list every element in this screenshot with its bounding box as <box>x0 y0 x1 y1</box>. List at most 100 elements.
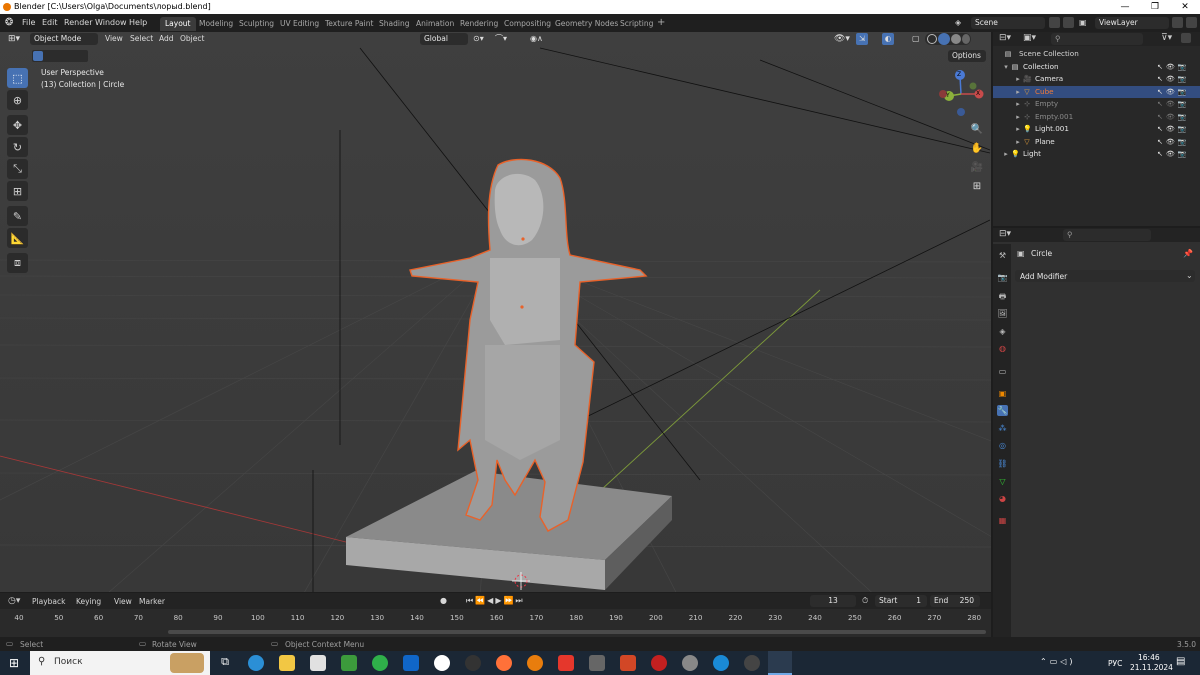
constraints-tab-icon[interactable]: ⛓ <box>997 458 1008 469</box>
start-frame-field[interactable]: Start 1 <box>875 595 927 607</box>
tool-tab-icon[interactable]: ⚒ <box>997 250 1008 261</box>
clock-date[interactable]: 21.11.2024 <box>1130 663 1173 672</box>
close-button[interactable]: ✕ <box>1170 0 1200 14</box>
new-view-layer-icon[interactable] <box>1172 17 1183 28</box>
powerpoint-icon[interactable] <box>620 655 636 671</box>
firefox-icon[interactable] <box>496 655 512 671</box>
scene-tab-icon[interactable]: ◈ <box>997 326 1008 337</box>
material-tab-icon[interactable]: ◕ <box>997 493 1008 504</box>
delete-view-layer-icon[interactable] <box>1186 17 1197 28</box>
texture-tab-icon[interactable]: ▦ <box>997 515 1008 526</box>
steam-icon[interactable] <box>744 655 760 671</box>
new-collection-icon[interactable] <box>1181 33 1191 43</box>
visibility-toggles-icon[interactable]: ↖👁📷 <box>1157 123 1189 136</box>
edge-browser-icon[interactable] <box>248 655 264 671</box>
outliner-row[interactable]: ▸ ▽ Plane ↖👁📷 <box>993 136 1200 149</box>
outliner-row[interactable]: ▸ ▽ Cube ↖👁📷 <box>993 85 1200 99</box>
viewport-menu-object[interactable]: Object <box>180 33 204 45</box>
timeline-scrollbar[interactable] <box>168 630 986 634</box>
wireframe-shading-icon[interactable] <box>927 34 937 44</box>
blender-menu-icon[interactable]: ❂ <box>5 17 13 28</box>
world-tab-icon[interactable]: ◍ <box>997 343 1008 354</box>
task-view-icon[interactable]: ⧉ <box>217 655 233 671</box>
outliner-search-input[interactable]: ⚲ <box>1051 33 1143 45</box>
tab-shading[interactable]: Shading <box>374 17 414 31</box>
current-frame-field[interactable]: 13 <box>810 595 856 607</box>
shading-mode-group[interactable] <box>925 33 971 45</box>
add-cube-tool[interactable]: ⧈ <box>7 253 28 273</box>
bug-app-icon[interactable] <box>651 655 667 671</box>
blender-active-task[interactable] <box>768 651 792 675</box>
view-layer-tab-icon[interactable]: 🖼 <box>997 308 1008 319</box>
output-tab-icon[interactable]: 🖶 <box>997 291 1008 302</box>
clock-time[interactable]: 16:46 <box>1138 653 1160 662</box>
blender-taskbar-icon[interactable] <box>527 655 543 671</box>
gizmo-toggle-icon[interactable]: ⇲ <box>856 33 868 45</box>
expand-arrow-icon[interactable]: ▾ <box>1002 63 1010 71</box>
move-tool[interactable]: ✥ <box>7 115 28 135</box>
tab-sculpting[interactable]: Sculpting <box>234 17 279 31</box>
visibility-toggles-icon[interactable]: ↖👁📷 <box>1157 148 1189 161</box>
particles-tab-icon[interactable]: ⁂ <box>997 423 1008 434</box>
render-tab-icon[interactable]: 📷 <box>997 272 1008 283</box>
solid-shading-icon[interactable] <box>938 33 950 45</box>
outliner-scene-collection[interactable]: ▤ Scene Collection <box>993 48 1200 61</box>
menu-file[interactable]: File <box>22 18 35 27</box>
tab-animation[interactable]: Animation <box>411 17 459 31</box>
view-layer-icon[interactable]: ▣ <box>1079 18 1087 27</box>
playback-controls[interactable]: ⏮⏪◀▶⏩⏭ <box>466 596 525 606</box>
menu-render[interactable]: Render <box>64 18 92 27</box>
transform-orientation-selector[interactable]: Global <box>420 33 468 45</box>
pan-hand-icon[interactable]: ✋ <box>968 139 986 157</box>
expand-arrow-icon[interactable]: ▸ <box>1002 150 1010 158</box>
visibility-toggles-icon[interactable]: ↖👁📷 <box>1157 136 1189 149</box>
notification-icon[interactable]: ▤ <box>1176 656 1185 667</box>
proportional-edit-icon[interactable]: ◉∧ <box>530 33 543 45</box>
globe-app-icon[interactable] <box>682 655 698 671</box>
snap-icon[interactable]: ⌒▾ <box>495 33 507 45</box>
physics-tab-icon[interactable]: ◎ <box>997 440 1008 451</box>
yandex-browser-icon[interactable] <box>434 655 450 671</box>
delete-scene-icon[interactable] <box>1063 17 1074 28</box>
tab-modeling[interactable]: Modeling <box>194 17 238 31</box>
tab-compositing[interactable]: Compositing <box>499 17 556 31</box>
navigation-gizmo[interactable]: Z X Y <box>938 68 984 118</box>
tab-texture-paint[interactable]: Texture Paint <box>320 17 378 31</box>
collection-tab-icon[interactable]: ▭ <box>997 366 1008 377</box>
overlays-toggle-icon[interactable]: ◐ <box>882 33 894 45</box>
add-modifier-button[interactable]: Add Modifier ⌄ <box>1015 270 1195 282</box>
outliner-row[interactable]: ▸ 💡 Light ↖👁📷 <box>993 148 1200 161</box>
store-icon[interactable] <box>310 655 326 671</box>
rotate-tool[interactable]: ↻ <box>7 137 28 157</box>
pin-icon[interactable]: 📌 <box>1183 249 1193 258</box>
expand-arrow-icon[interactable]: ▸ <box>1014 100 1022 108</box>
options-dropdown[interactable]: Options <box>948 50 986 62</box>
expand-arrow-icon[interactable]: ▸ <box>1014 88 1022 96</box>
minimize-button[interactable]: — <box>1110 0 1140 14</box>
visibility-toggles-icon[interactable]: ↖👁📷 <box>1157 86 1189 99</box>
timeline-menu-keying[interactable]: Keying <box>76 597 101 606</box>
clock-icon[interactable]: ⏱ <box>862 596 868 606</box>
filter-icon[interactable]: ⊽▾ <box>1161 33 1172 43</box>
visibility-toggles-icon[interactable]: ↖👁📷 <box>1157 61 1189 74</box>
cursor-tool[interactable]: ⊕ <box>7 90 28 110</box>
menu-window[interactable]: Window <box>95 18 127 27</box>
expand-arrow-icon[interactable]: ▸ <box>1014 138 1022 146</box>
system-tray-icons[interactable]: ⌃▭◁) <box>1040 657 1076 666</box>
language-indicator[interactable]: РУС <box>1108 659 1122 668</box>
expand-arrow-icon[interactable]: ▸ <box>1014 75 1022 83</box>
outlook-icon[interactable] <box>403 655 419 671</box>
expand-arrow-icon[interactable]: ▸ <box>1014 113 1022 121</box>
tab-scripting[interactable]: Scripting <box>615 17 658 31</box>
app-icon[interactable] <box>589 655 605 671</box>
selection-mode-buttons[interactable] <box>32 50 88 62</box>
maps-app-icon[interactable] <box>341 655 357 671</box>
viewport-menu-add[interactable]: Add <box>159 33 174 45</box>
refresh-app-icon[interactable] <box>713 655 729 671</box>
taskbar-search-input[interactable]: ⚲ Поиск <box>30 651 210 675</box>
yandex-icon[interactable] <box>558 655 574 671</box>
zoom-icon[interactable]: 🔍 <box>968 120 986 138</box>
file-explorer-icon[interactable] <box>279 655 295 671</box>
measure-tool[interactable]: 📐 <box>7 228 28 248</box>
pivot-icon[interactable]: ⊙▾ <box>473 33 484 45</box>
